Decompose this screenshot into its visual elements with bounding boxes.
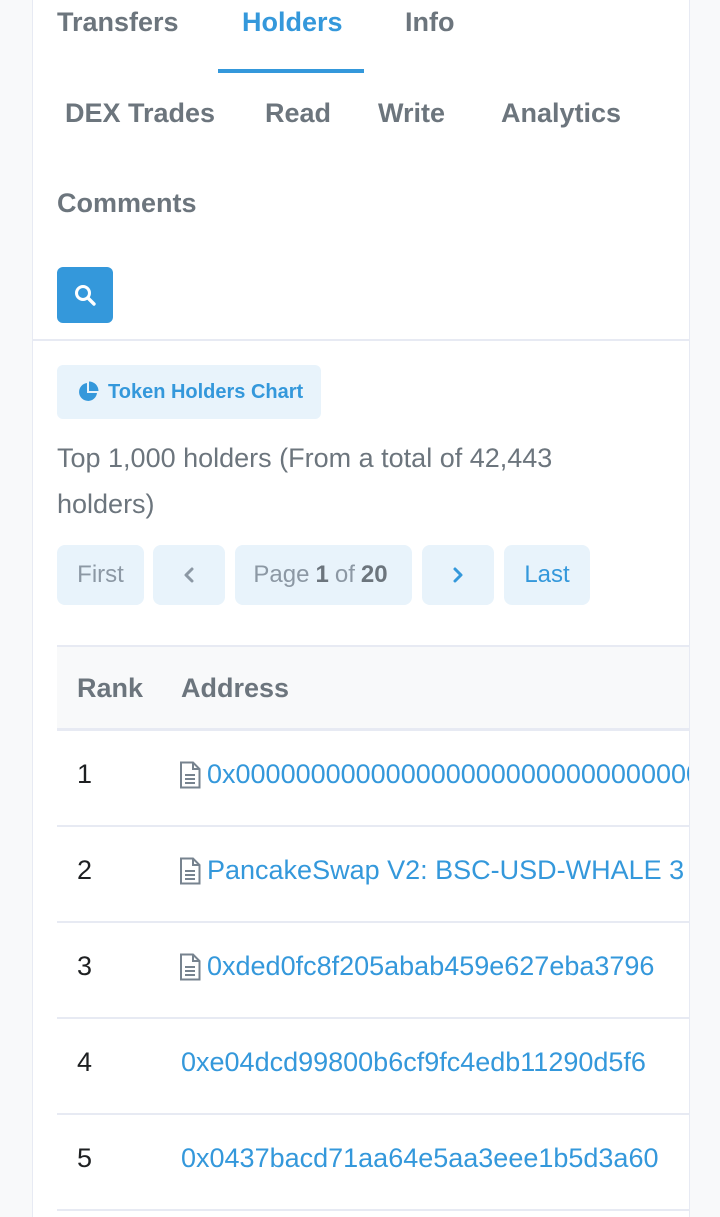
search-icon [75,285,96,306]
contract-file-icon [179,953,201,981]
current-page: 1 [315,561,329,588]
address-link[interactable]: PancakeSwap V2: BSC-USD-WHALE 3 [179,855,684,886]
first-page-button[interactable]: First [57,545,144,605]
rank-cell: 1 [77,759,93,789]
chevron-left-icon [184,567,194,583]
chevron-right-icon [453,567,463,583]
address-link[interactable]: 0x0437bacd71aa64e5aa3eee1b5d3a60 [181,1143,658,1174]
tab-analytics[interactable]: Analytics [501,97,621,129]
rank-cell: 3 [77,951,93,981]
search-button[interactable] [57,267,113,323]
tab-dex-trades[interactable]: DEX Trades [65,97,215,129]
holders-card: Transfers Holders Info DEX Trades Read W… [32,0,690,1217]
tab-read[interactable]: Read [265,97,331,129]
tab-write[interactable]: Write [378,97,445,129]
table-row: 5 0x0437bacd71aa64e5aa3eee1b5d3a60 [57,1115,689,1211]
section-divider [33,339,689,341]
address-text: 0xe04dcd99800b6cf9fc4edb11290d5f6 [181,1047,646,1077]
total-pages: 20 [360,561,388,588]
table-row: 1 0x000000000000000000000000000000000000… [57,731,689,827]
address-link[interactable]: 0x000000000000000000000000000000000000dE… [179,759,689,790]
last-page-label: Last [524,561,570,588]
table-header: Rank Address [57,645,689,731]
active-tab-indicator [218,69,364,73]
first-page-label: First [77,561,124,588]
page-label: Page [253,561,310,588]
pie-chart-icon [79,381,99,401]
tab-holders[interactable]: Holders [242,6,343,38]
contract-file-icon [179,761,201,789]
tab-transfers[interactable]: Transfers [57,6,179,38]
address-text: 0x000000000000000000000000000000000000dE… [207,759,689,789]
contract-file-icon [179,857,201,885]
previous-page-button[interactable] [153,545,225,605]
address-text: 0x0437bacd71aa64e5aa3eee1b5d3a60 [181,1143,659,1173]
table-row: 2 PancakeSwap V2: BSC-USD-WHALE 3 [57,827,689,923]
rank-cell: 5 [77,1143,93,1173]
address-column-header: Address [181,673,290,703]
page-indicator: Page 1 of 20 [235,545,412,605]
rank-cell: 2 [77,855,93,885]
rank-cell: 4 [77,1047,93,1077]
address-link[interactable]: 0xe04dcd99800b6cf9fc4edb11290d5f6 [181,1047,646,1078]
holders-summary: Top 1,000 holders (From a total of 42,44… [57,443,553,519]
table-row: 4 0xe04dcd99800b6cf9fc4edb11290d5f6 [57,1019,689,1115]
address-link[interactable]: 0xded0fc8f205abab459e627eba3796 [179,951,654,982]
tab-comments[interactable]: Comments [57,187,197,219]
token-holders-chart-button[interactable]: Token Holders Chart [57,365,321,419]
next-page-button[interactable] [422,545,494,605]
of-label: of [334,561,355,588]
rank-column-header: Rank [77,673,144,703]
address-text: 0xded0fc8f205abab459e627eba3796 [207,951,655,981]
last-page-button[interactable]: Last [504,545,590,605]
address-text: PancakeSwap V2: BSC-USD-WHALE 3 [207,855,685,885]
tab-info[interactable]: Info [405,6,454,38]
chart-button-label: Token Holders Chart [108,380,304,403]
table-row: 3 0xded0fc8f205abab459e627eba3796 [57,923,689,1019]
